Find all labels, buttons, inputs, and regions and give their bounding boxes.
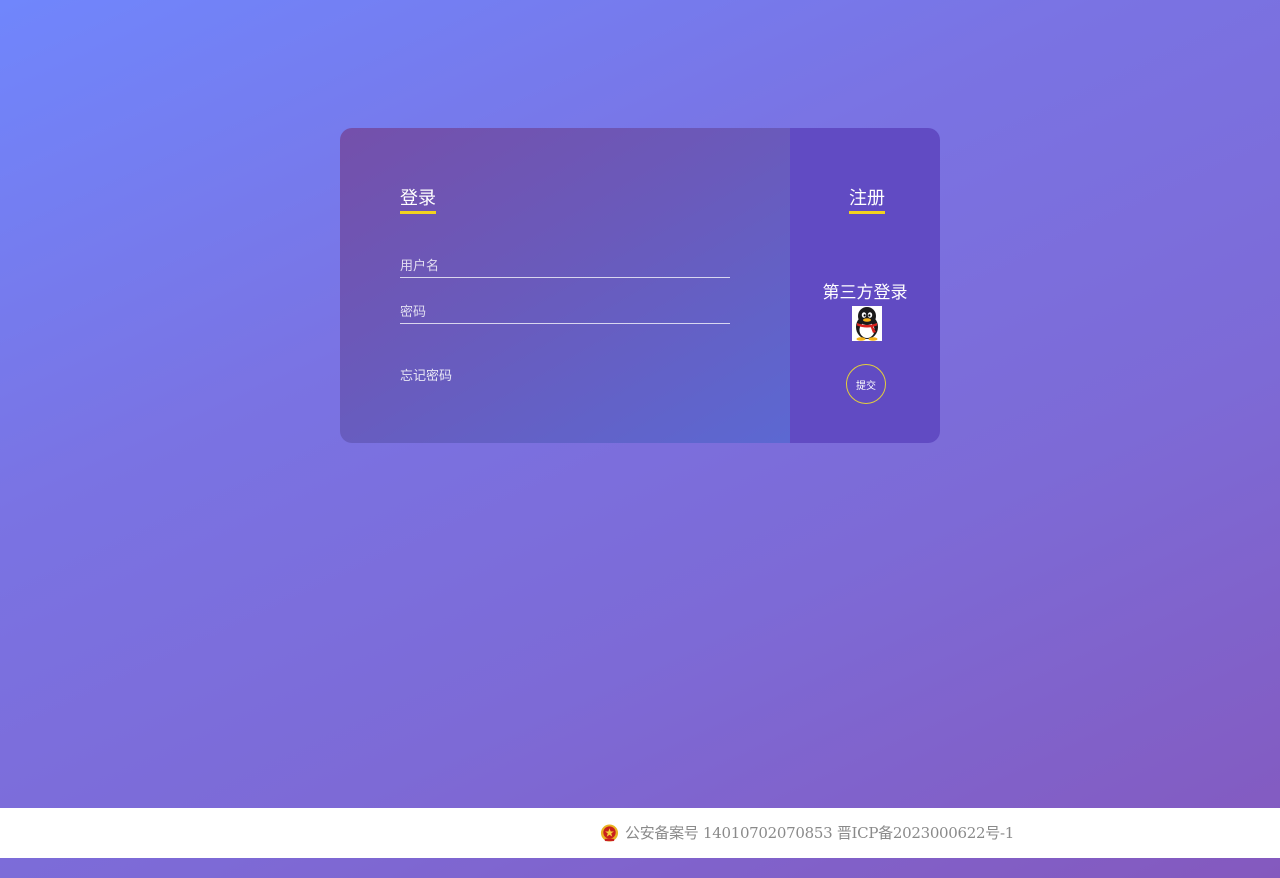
qq-penguin-icon[interactable] bbox=[852, 306, 882, 341]
footer: 公安备案号 14010702070853 晋ICP备2023000622号-1 bbox=[0, 808, 1280, 858]
password-input[interactable] bbox=[400, 301, 730, 324]
submit-button[interactable]: 提交 bbox=[846, 364, 886, 404]
auth-card: 登录 忘记密码 注册 第三方登录 提 bbox=[340, 128, 940, 443]
police-badge-icon bbox=[600, 823, 619, 842]
footer-record-text[interactable]: 公安备案号 14010702070853 晋ICP备2023000622号-1 bbox=[625, 822, 1014, 843]
username-input[interactable] bbox=[400, 255, 730, 278]
login-tab[interactable]: 登录 bbox=[400, 188, 436, 214]
third-party-login-label: 第三方登录 bbox=[822, 283, 908, 303]
register-panel: 注册 第三方登录 提交 bbox=[790, 128, 940, 443]
footer-record: 公安备案号 14010702070853 晋ICP备2023000622号-1 bbox=[600, 822, 1014, 843]
login-panel: 登录 忘记密码 bbox=[340, 128, 790, 443]
forgot-password-link[interactable]: 忘记密码 bbox=[400, 365, 452, 384]
register-tab[interactable]: 注册 bbox=[849, 188, 885, 214]
